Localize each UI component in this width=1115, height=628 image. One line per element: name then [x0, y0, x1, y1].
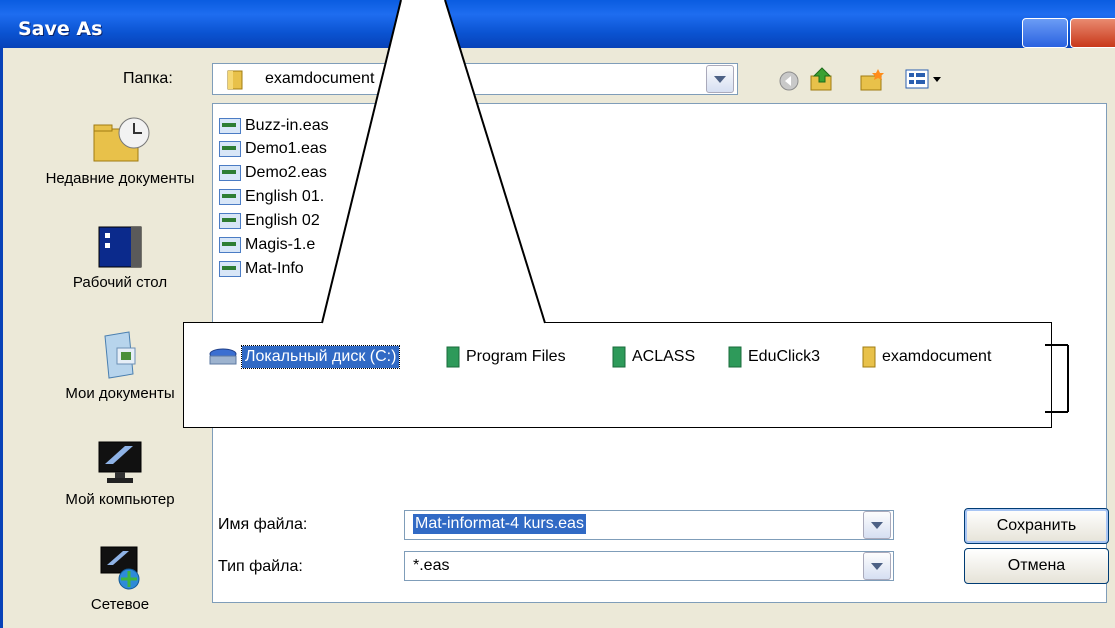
maximize-button[interactable] [1022, 18, 1068, 48]
list-item[interactable]: Mat-Info [219, 258, 304, 280]
place-my-computer[interactable]: Мой компьютер [40, 440, 200, 510]
eas-file-icon [219, 189, 241, 205]
breadcrumb-label: Program Files [466, 348, 566, 365]
desktop-icon [98, 226, 142, 268]
breadcrumb-item-educlick3[interactable]: EduClick3 [728, 343, 820, 371]
file-name: Demo1.eas [245, 140, 327, 157]
filetype-select[interactable]: *.eas [404, 551, 894, 581]
filetype-value: *.eas [413, 557, 450, 574]
window-title: Save As [18, 18, 103, 40]
file-name: Mat-Info [245, 260, 304, 277]
new-folder-icon[interactable] [858, 66, 886, 92]
back-icon[interactable] [778, 70, 800, 92]
file-name: English 01. [245, 188, 325, 205]
lookin-label: Папка: [123, 70, 173, 87]
folder-icon [446, 346, 460, 368]
view-menu-icon[interactable] [905, 68, 945, 90]
filename-value: Mat-informat-4 kurs.eas [413, 514, 586, 534]
filename-label: Имя файла: [218, 516, 308, 533]
eas-file-icon [219, 141, 241, 157]
file-name: Demo2.eas [245, 164, 327, 181]
list-item[interactable]: English 01. [219, 186, 324, 208]
filetype-label: Тип файла: [218, 558, 303, 575]
place-desktop[interactable]: Рабочий стол [40, 225, 200, 293]
file-name: Buzz-in.eas [245, 117, 329, 134]
place-label: Недавние документы [45, 170, 195, 187]
eas-file-icon [219, 237, 241, 253]
my-documents-icon [104, 331, 136, 379]
breadcrumb-item-aclass[interactable]: ACLASS [612, 343, 695, 371]
place-label: Рабочий стол [72, 274, 168, 291]
breadcrumb-item-drive[interactable]: Локальный диск (C:) [208, 343, 401, 371]
breadcrumb-label: ACLASS [632, 348, 696, 365]
lookin-combo[interactable]: examdocument [212, 63, 738, 95]
up-folder-icon[interactable] [808, 66, 836, 92]
callout-breadcrumb-zoom: Локальный диск (C:) Program Files ACLASS… [183, 322, 1052, 428]
eas-file-icon [219, 118, 241, 134]
network-icon [100, 546, 140, 590]
breadcrumb-label: EduClick3 [748, 348, 821, 365]
drive-icon [209, 348, 237, 365]
folder-icon [728, 346, 742, 368]
cancel-button[interactable]: Отмена [964, 548, 1109, 584]
title-bar: Save As [0, 0, 1115, 48]
filename-dropdown-button[interactable] [863, 511, 891, 539]
file-name: English 02 [245, 212, 320, 229]
folder-icon [862, 346, 876, 368]
folder-icon [612, 346, 626, 368]
eas-file-icon [219, 165, 241, 181]
save-button-label: Сохранить [996, 517, 1077, 534]
breadcrumb-item-program-files[interactable]: Program Files [446, 343, 566, 371]
list-item[interactable]: Magis-1.e [219, 234, 315, 256]
list-item[interactable]: Buzz-in.eas [219, 115, 329, 137]
filename-field[interactable]: Mat-informat-4 kurs.eas [404, 510, 894, 540]
list-item[interactable]: Demo1.eas [219, 138, 327, 160]
place-recent-documents[interactable]: Недавние документы [40, 113, 200, 189]
file-name: Magis-1.e [245, 236, 316, 253]
place-network[interactable]: Сетевое [40, 545, 200, 615]
lookin-dropdown-button[interactable] [706, 65, 734, 93]
eas-file-icon [219, 261, 241, 277]
filetype-dropdown-button[interactable] [863, 552, 891, 580]
eas-file-icon [219, 213, 241, 229]
breadcrumb-item-examdocument[interactable]: examdocument [862, 343, 991, 371]
place-label: Мой компьютер [65, 491, 175, 508]
list-item[interactable]: Demo2.eas [219, 162, 327, 184]
save-button[interactable]: Сохранить [964, 508, 1109, 544]
recent-documents-icon [93, 117, 150, 162]
close-button[interactable] [1070, 18, 1115, 48]
place-label: Сетевое [90, 596, 150, 613]
cancel-button-label: Отмена [1007, 557, 1066, 574]
folder-icon [227, 70, 243, 90]
place-label: Мои документы [65, 385, 175, 402]
lookin-value: examdocument [265, 70, 375, 87]
breadcrumb-label: Локальный диск (C:) [240, 345, 401, 369]
list-item[interactable]: English 02 [219, 210, 320, 232]
place-my-documents[interactable]: Мои документы [40, 330, 200, 404]
breadcrumb-label: examdocument [882, 348, 992, 365]
my-computer-icon [98, 441, 142, 483]
